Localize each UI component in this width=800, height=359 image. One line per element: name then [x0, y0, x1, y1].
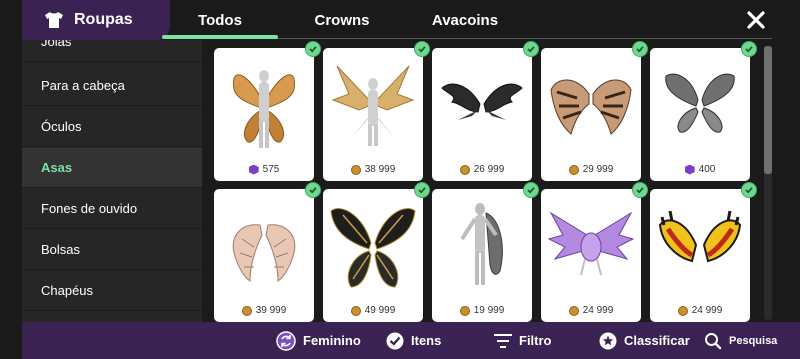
- price-label: 29 999: [541, 164, 641, 175]
- black-gold-butterfly-wings-image: [330, 208, 416, 288]
- item-card[interactable]: 24 999: [541, 182, 648, 322]
- owned-check-icon: [632, 41, 648, 57]
- owned-check-icon: [414, 41, 430, 57]
- coin-icon: [459, 305, 470, 316]
- owned-check-icon: [632, 182, 648, 198]
- butterfly-wings-image: [233, 70, 295, 148]
- feminino-button[interactable]: Feminino: [276, 322, 361, 359]
- gray-butterfly-wings-image: [665, 73, 735, 133]
- scrollbar-thumb[interactable]: [764, 46, 772, 174]
- owned-check-icon: [305, 41, 321, 57]
- owned-check-icon: [741, 182, 757, 198]
- item-card[interactable]: 29 999: [541, 41, 648, 181]
- price-label: 24 999: [650, 305, 750, 316]
- owned-check-icon: [523, 41, 539, 57]
- coin-icon: [241, 305, 252, 316]
- price-value: 39 999: [255, 305, 287, 316]
- classificar-label: Classificar: [624, 333, 690, 348]
- close-icon[interactable]: [744, 8, 768, 32]
- black-feather-wings-image: [441, 83, 523, 120]
- item-card[interactable]: 38 999: [323, 41, 430, 181]
- active-tab-indicator: [162, 35, 278, 39]
- price-label: 26 999: [432, 164, 532, 175]
- coin-icon: [677, 305, 688, 316]
- yellow-red-wings-image: [658, 210, 742, 263]
- pink-angel-wings-image: [232, 224, 296, 282]
- sidebar-item-bolsas[interactable]: Bolsas: [22, 230, 202, 270]
- item-card[interactable]: 575: [214, 41, 321, 181]
- page-title: Roupas: [74, 11, 133, 28]
- price-value: 24 999: [691, 305, 723, 316]
- pesquisa-button[interactable]: Pesquisa: [704, 322, 777, 359]
- price-value: 19 999: [473, 305, 505, 316]
- sort-star-icon: [599, 332, 617, 349]
- search-icon: [705, 332, 722, 349]
- itens-button[interactable]: Itens: [386, 322, 441, 359]
- item-grid: 575 38 999 26 999 29 999 400 39 999 49 9…: [202, 40, 762, 322]
- sidebar-item-chapeus[interactable]: Chapéus: [22, 271, 202, 311]
- gem-icon: [248, 164, 259, 175]
- tab-crowns[interactable]: Crowns: [278, 0, 406, 40]
- classificar-button[interactable]: Classificar: [599, 322, 690, 359]
- feminino-label: Feminino: [303, 333, 361, 348]
- gender-swap-icon: [276, 330, 296, 351]
- purple-dragon-wings-image: [547, 211, 635, 276]
- filter-icon: [494, 333, 512, 348]
- item-card[interactable]: 24 999: [650, 182, 757, 322]
- price-label: 49 999: [323, 305, 423, 316]
- sidebar-item-para-a-cabeca[interactable]: Para a cabeça: [22, 66, 202, 106]
- itens-label: Itens: [411, 333, 442, 348]
- owned-check-icon: [414, 182, 430, 198]
- price-label: 39 999: [214, 305, 314, 316]
- price-label: 38 999: [323, 164, 423, 175]
- tab-bar: Todos Crowns Avacoins: [162, 0, 524, 40]
- top-bar: Roupas Todos Crowns Avacoins: [0, 0, 800, 40]
- price-value: 575: [262, 164, 280, 175]
- tiger-striped-wings-image: [550, 79, 632, 135]
- filtro-button[interactable]: Filtro: [494, 322, 552, 359]
- price-value: 29 999: [582, 164, 614, 175]
- coin-icon: [350, 164, 361, 175]
- coin-icon: [568, 164, 579, 175]
- check-circle-icon: [386, 332, 404, 349]
- gem-icon: [684, 164, 695, 175]
- price-value: 400: [698, 164, 716, 175]
- fairy-wings-image: [331, 65, 415, 146]
- price-label: 575: [214, 164, 314, 175]
- price-label: 24 999: [541, 305, 641, 316]
- coin-icon: [459, 164, 470, 175]
- bottom-toolbar: Feminino Itens Filtro Classificar Pesqui…: [22, 322, 800, 359]
- owned-check-icon: [523, 182, 539, 198]
- price-label: 19 999: [432, 305, 532, 316]
- price-value: 26 999: [473, 164, 505, 175]
- coin-icon: [350, 305, 361, 316]
- item-card[interactable]: 400: [650, 41, 757, 181]
- sidebar-item-oculos[interactable]: Óculos: [22, 107, 202, 147]
- page-title-tab: Roupas: [22, 0, 170, 40]
- pesquisa-label: Pesquisa: [729, 334, 778, 347]
- price-label: 400: [650, 164, 750, 175]
- owned-check-icon: [305, 182, 321, 198]
- gray-cape-wings-image: [460, 203, 503, 285]
- filtro-label: Filtro: [519, 333, 552, 348]
- price-value: 38 999: [364, 164, 396, 175]
- price-value: 49 999: [364, 305, 396, 316]
- tab-todos[interactable]: Todos: [162, 0, 278, 40]
- sidebar-item-asas[interactable]: Asas: [22, 148, 202, 188]
- shirt-icon: [45, 12, 63, 28]
- sidebar-item-joias[interactable]: Joias: [22, 40, 202, 62]
- sidebar-item-fones-de-ouvido[interactable]: Fones de ouvido: [22, 189, 202, 229]
- item-card[interactable]: 39 999: [214, 182, 321, 322]
- item-card[interactable]: 49 999: [323, 182, 430, 322]
- category-sidebar: Joias Para a cabeça Óculos Asas Fones de…: [22, 40, 202, 322]
- item-card[interactable]: 19 999: [432, 182, 539, 322]
- item-card[interactable]: 26 999: [432, 41, 539, 181]
- price-value: 24 999: [582, 305, 614, 316]
- coin-icon: [568, 305, 579, 316]
- tab-avacoins[interactable]: Avacoins: [406, 0, 524, 40]
- owned-check-icon: [741, 41, 757, 57]
